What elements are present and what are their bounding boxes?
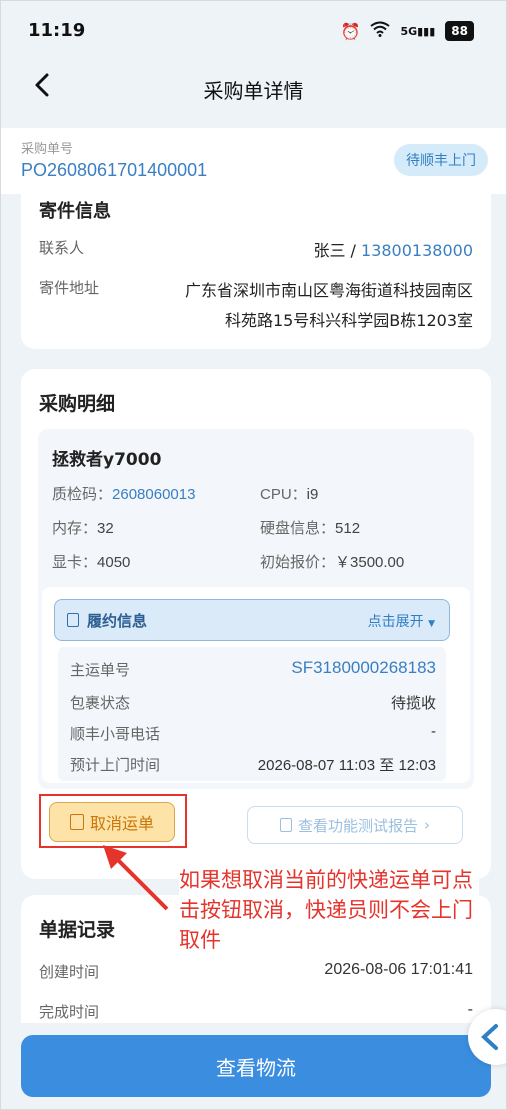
spec-disk-value: 512 xyxy=(335,520,361,537)
caret-down-icon: ▼ xyxy=(428,619,435,629)
alarm-icon: ⏰ xyxy=(340,21,361,41)
battery-icon: 88 xyxy=(445,21,474,41)
courier-phone-label: 顺丰小哥电话 xyxy=(70,725,161,743)
chevron-left-icon xyxy=(481,1024,498,1050)
document-icon xyxy=(67,613,79,627)
contact-label: 联系人 xyxy=(39,239,85,257)
waybill-label: 主运单号 xyxy=(70,661,131,679)
fulfilment-header[interactable]: 履约信息 点击展开 ▼ xyxy=(54,599,450,641)
spec-gpu-value: 4050 xyxy=(97,554,131,571)
contact-phone[interactable]: 13800138000 xyxy=(361,241,473,260)
finished-time-value: - xyxy=(467,1001,473,1018)
report-icon xyxy=(279,818,292,832)
signal-icon: 5G▮▮▮ xyxy=(400,24,436,38)
fulfilment-title: 履约信息 xyxy=(87,612,148,630)
package-status-value: 待揽收 xyxy=(390,695,436,712)
order-header: 采购单号 PO2608061701400001 待顺丰上门 xyxy=(1,128,506,194)
status-bar: 11:19 ⏰ 5G▮▮▮ 88 xyxy=(1,1,506,61)
chevron-right-icon: › xyxy=(424,816,430,834)
spec-disk-label: 硬盘信息： xyxy=(260,520,336,537)
address-line-2: 科苑路15号科兴科学园B栋1203室 xyxy=(224,311,473,330)
fulfilment-panel: 履约信息 点击展开 ▼ 主运单号 SF3180000268183 包裹状态 待揽… xyxy=(42,587,470,783)
address-line-1: 广东省深圳市南山区粤海街道科技园南区 xyxy=(184,281,473,300)
spec-gpu-label: 显卡： xyxy=(52,554,98,571)
package-status-label: 包裹状态 xyxy=(70,694,131,712)
pickup-time-label: 预计上门时间 xyxy=(70,756,161,774)
spec-price: 初始报价：￥3500.00 xyxy=(260,551,404,572)
app-frame: 11:19 ⏰ 5G▮▮▮ 88 采购单详情 寄件信息 联系人 张三 / 138… xyxy=(0,0,507,1110)
spec-qc-value: 2608060013 xyxy=(112,486,196,503)
page-title: 采购单详情 xyxy=(203,79,304,103)
nav-bar: 采购单详情 xyxy=(1,61,506,117)
product-item: 拯救者y7000 质检码：2608060013 CPU：i9 内存：32 硬盘信… xyxy=(38,429,474,789)
contact-name: 张三 / xyxy=(313,241,362,260)
address-label: 寄件地址 xyxy=(39,279,100,297)
spec-ram-label: 内存： xyxy=(52,520,98,537)
sender-info-card: 寄件信息 联系人 张三 / 13800138000 寄件地址 广东省深圳市南山区… xyxy=(21,181,491,349)
created-time-value: 2026-08-06 17:01:41 xyxy=(324,961,473,978)
annotation-highlight-box xyxy=(39,794,187,848)
courier-phone-value: - xyxy=(431,723,436,740)
bottom-bar: 查看物流 xyxy=(1,1023,506,1109)
waybill-value[interactable]: SF3180000268183 xyxy=(291,658,436,678)
spec-cpu-label: CPU： xyxy=(260,486,307,503)
status-badge: 待顺丰上门 xyxy=(394,144,488,176)
view-logistics-button[interactable]: 查看物流 xyxy=(21,1035,491,1097)
view-test-report-label: 查看功能测试报告 xyxy=(297,816,418,835)
annotation-text: 如果想取消当前的快递运单可点击按钮取消，快递员则不会上门取件 xyxy=(179,865,479,955)
order-number: PO2608061701400001 xyxy=(21,160,208,180)
spec-price-label: 初始报价： xyxy=(260,554,336,571)
fulfilment-details: 主运单号 SF3180000268183 包裹状态 待揽收 顺丰小哥电话 - 预… xyxy=(58,647,446,781)
expand-toggle[interactable]: 点击展开 ▼ xyxy=(368,611,435,631)
spec-qc: 质检码：2608060013 xyxy=(52,483,195,504)
product-name: 拯救者y7000 xyxy=(52,450,162,470)
network-type: 5G xyxy=(400,24,418,38)
created-time-label: 创建时间 xyxy=(39,963,100,981)
spec-gpu: 显卡：4050 xyxy=(52,551,130,572)
spec-cpu-value: i9 xyxy=(306,486,319,503)
contact-value: 张三 / 13800138000 xyxy=(313,237,473,261)
spec-ram-value: 32 xyxy=(97,520,114,537)
sender-info-title: 寄件信息 xyxy=(39,201,111,222)
purchase-detail-title: 采购明细 xyxy=(39,393,116,415)
order-number-label: 采购单号 xyxy=(21,142,74,157)
view-test-report-button[interactable]: 查看功能测试报告 › xyxy=(247,806,463,844)
spec-ram: 内存：32 xyxy=(52,517,114,538)
status-time: 11:19 xyxy=(28,20,86,41)
spec-cpu: CPU：i9 xyxy=(260,483,318,504)
finished-time-label: 完成时间 xyxy=(39,1003,100,1021)
spec-disk: 硬盘信息：512 xyxy=(260,517,360,538)
wifi-icon xyxy=(370,21,391,41)
expand-label: 点击展开 xyxy=(367,614,424,630)
status-icons: ⏰ 5G▮▮▮ 88 xyxy=(341,21,474,41)
spec-qc-label: 质检码： xyxy=(52,486,113,503)
spec-price-value: ￥3500.00 xyxy=(335,554,405,571)
annotation-arrow-icon xyxy=(103,845,169,911)
pickup-time-value: 2026-08-07 11:03 至 12:03 xyxy=(257,757,436,774)
